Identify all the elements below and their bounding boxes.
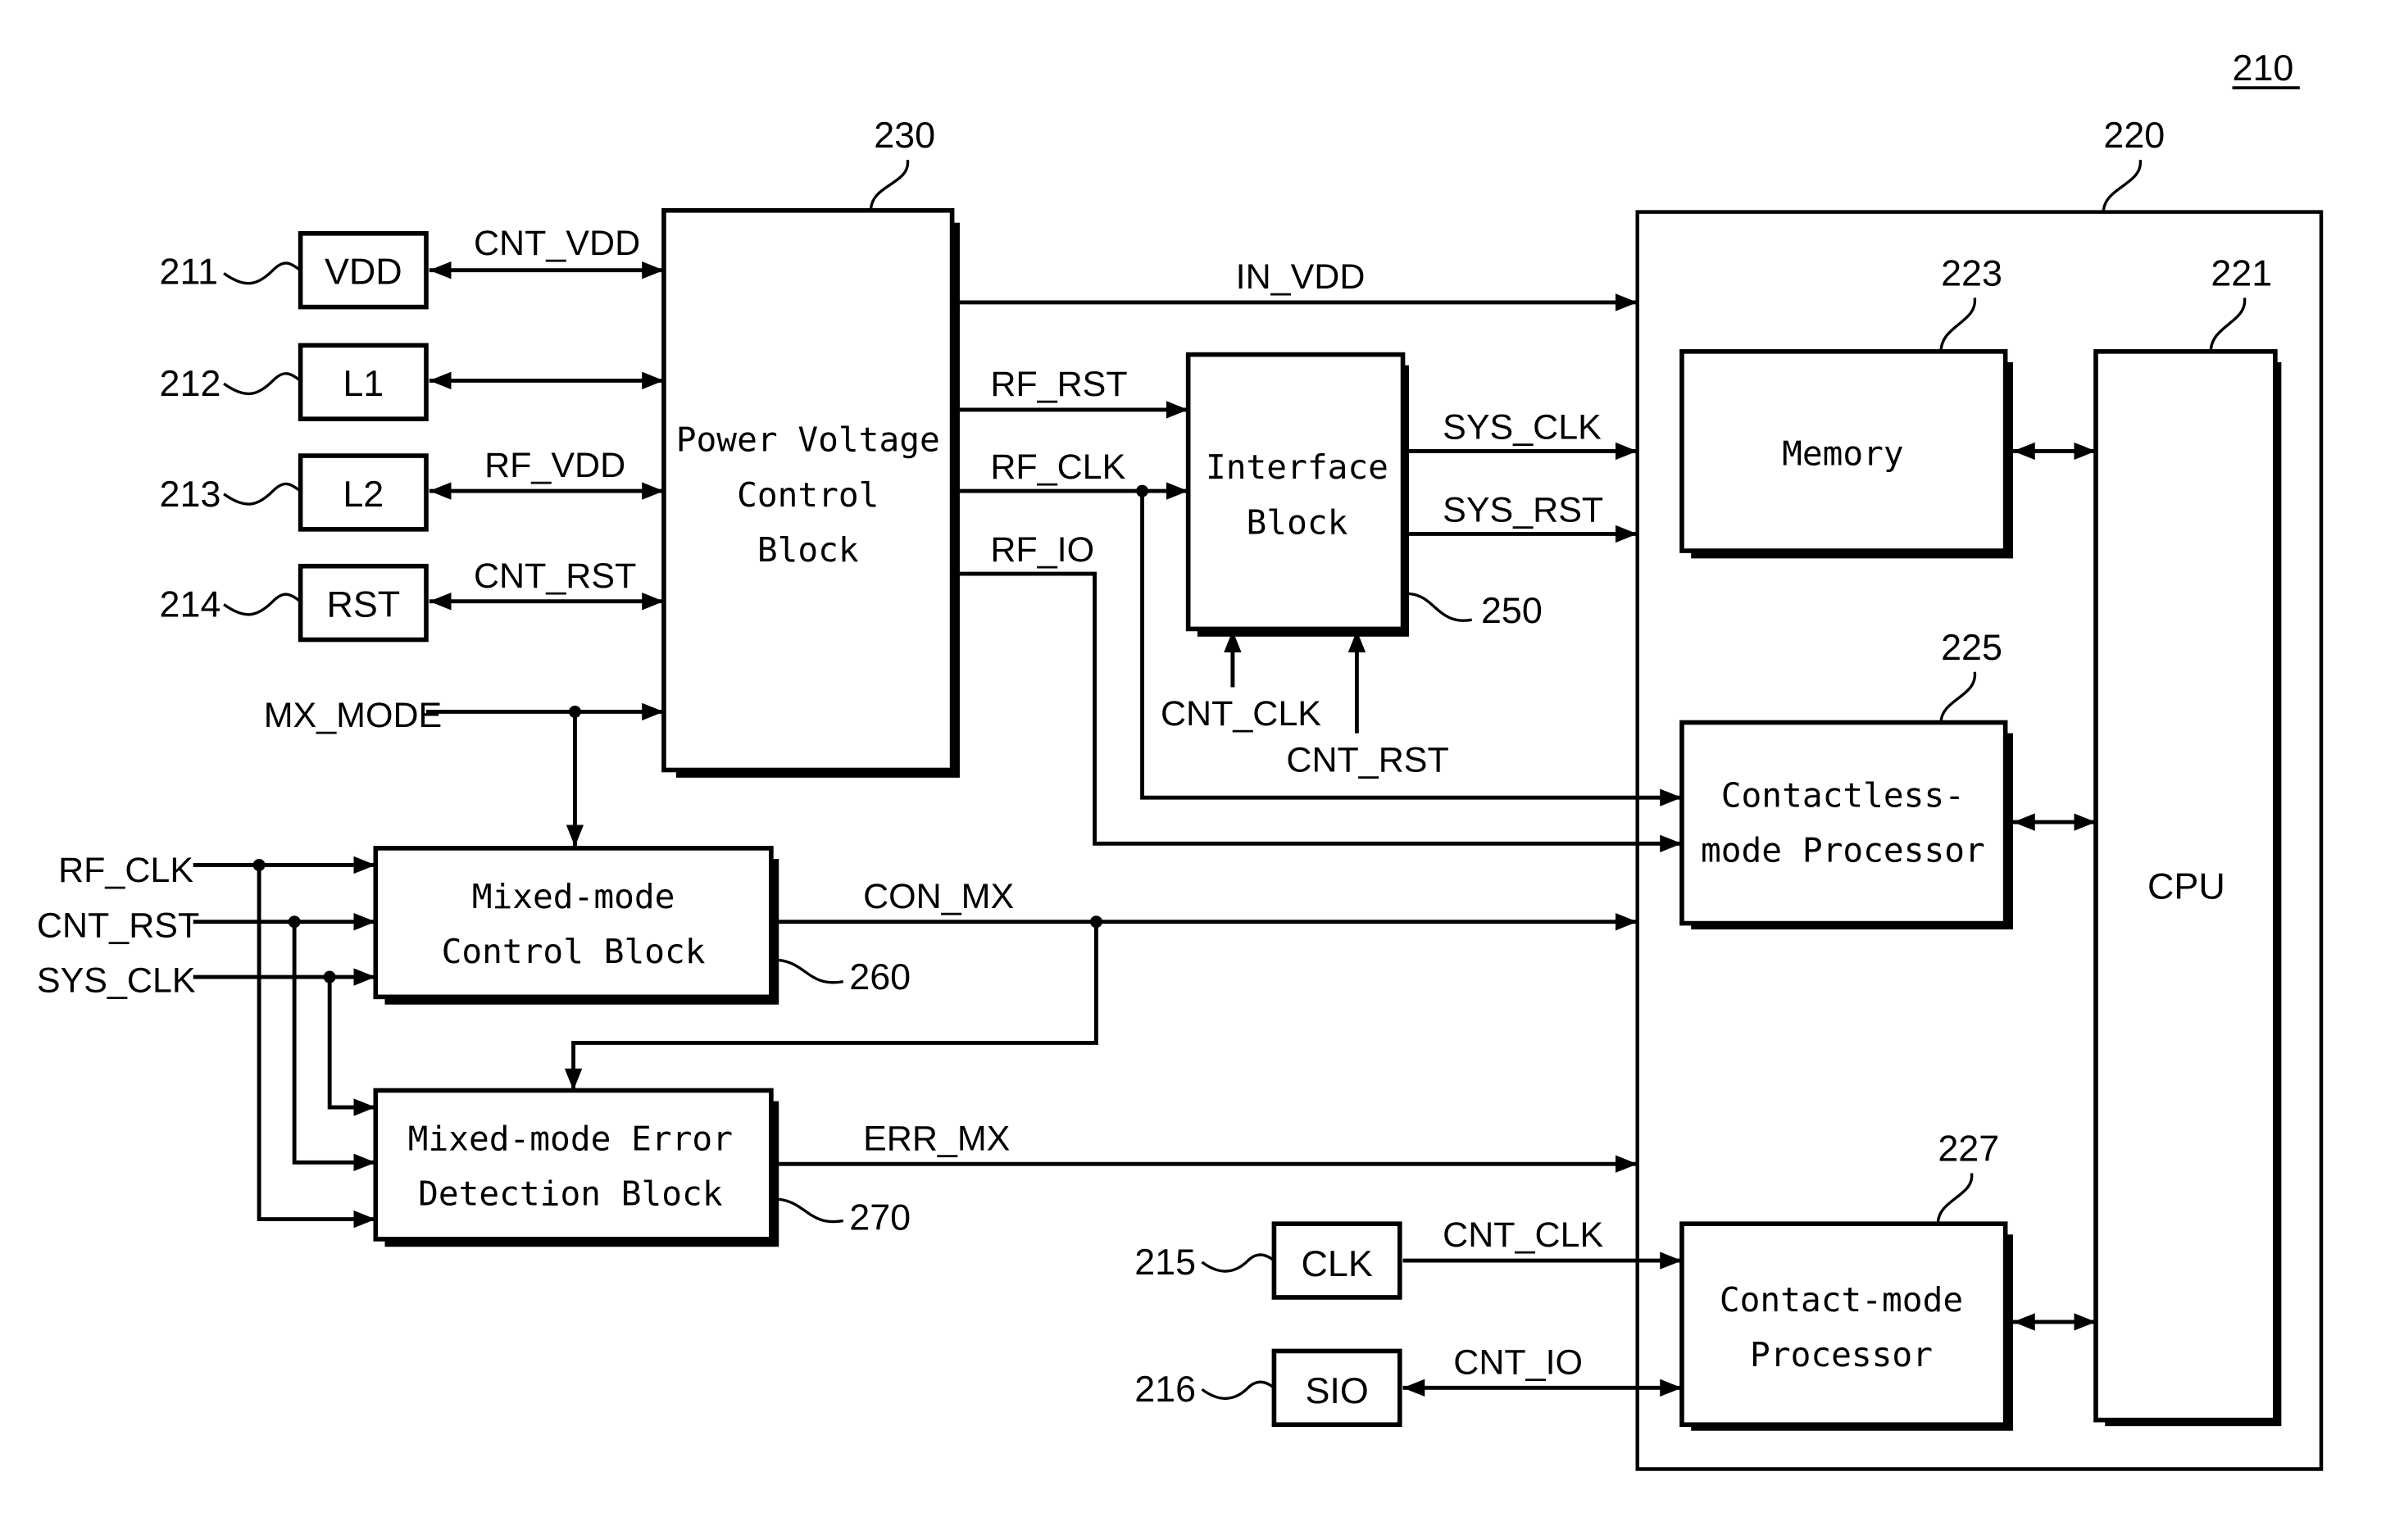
block-label-line: Contact-mode xyxy=(1720,1280,1963,1320)
pad-ref: 213 xyxy=(160,473,221,515)
block-ref-leader xyxy=(1939,671,1976,723)
block-label-line: Mixed-mode xyxy=(472,877,675,916)
block-box xyxy=(373,1088,774,1242)
block-label-line: Contactless- xyxy=(1721,775,1965,815)
pad-leader xyxy=(1201,1380,1275,1400)
pad-label: SIO xyxy=(1305,1370,1368,1411)
contact-mode-processor: Contact-mode Processor 227 xyxy=(1679,1127,2014,1431)
block-label-line: Memory xyxy=(1782,434,1904,473)
block-box xyxy=(1185,352,1406,632)
cpu-block: CPU 221 xyxy=(2093,252,2282,1427)
signal-rf-clk: RF_CLK xyxy=(990,447,1125,487)
signal-rf-vdd: RF_VDD xyxy=(484,446,625,485)
block-ref: 260 xyxy=(849,956,911,997)
block-ref-leader xyxy=(869,159,910,211)
mixed-mode-error-detection-block: Mixed-mode Error Detection Block 270 xyxy=(373,1088,911,1247)
pad-leader xyxy=(223,482,302,506)
block-box xyxy=(1679,720,2008,926)
pad-vdd: 211 VDD xyxy=(160,231,429,310)
memory-block: Memory 223 xyxy=(1679,252,2014,559)
wire-cnt-rst-to-error xyxy=(292,921,376,1172)
pad-label: CLK xyxy=(1301,1242,1372,1284)
block-ref: 223 xyxy=(1941,252,2002,293)
block-label-line: CPU xyxy=(2147,865,2225,907)
pad-label: L2 xyxy=(343,473,384,515)
signal-cnt-clk: CNT_CLK xyxy=(1161,694,1321,734)
block-ref: 221 xyxy=(2211,252,2272,293)
signal-input-rf-clk: RF_CLK xyxy=(58,851,193,890)
block-label-line: Block xyxy=(757,530,859,570)
block-ref-leader xyxy=(779,958,844,984)
signal-cnt-vdd: CNT_VDD xyxy=(474,224,640,263)
block-box xyxy=(373,846,774,1000)
signal-mx-mode: MX_MODE xyxy=(264,696,443,735)
signal-cnt-rst: CNT_RST xyxy=(474,556,636,596)
pad-ref: 216 xyxy=(1134,1368,1196,1410)
signal-sys-rst: SYS_RST xyxy=(1443,490,1603,529)
signal-err-mx: ERR_MX xyxy=(863,1119,1010,1158)
wire-rf-clk-to-error xyxy=(257,865,376,1229)
pad-ref: 212 xyxy=(160,362,221,404)
pad-ref: 215 xyxy=(1134,1241,1196,1283)
signal-cnt-rst-interface: CNT_RST xyxy=(1286,740,1448,779)
signal-cnt-clk-contact: CNT_CLK xyxy=(1443,1215,1603,1255)
block-label-line: Power Voltage xyxy=(676,420,940,459)
signal-rf-rst: RF_RST xyxy=(990,365,1127,404)
contactless-mode-processor: Contactless- mode Processor 225 xyxy=(1679,626,2014,930)
block-label-line: Control Block xyxy=(442,932,706,971)
pad-ref: 214 xyxy=(160,583,221,625)
pad-label: RST xyxy=(326,583,400,625)
pad-label: VDD xyxy=(325,251,402,293)
block-label-line: Mixed-mode Error xyxy=(408,1119,733,1158)
block-ref-leader xyxy=(1936,1173,1974,1224)
pad-leader xyxy=(223,372,302,396)
chip-ref: 220 xyxy=(2103,114,2165,156)
block-ref-leader xyxy=(1939,298,1976,352)
pad-ref: 211 xyxy=(160,251,219,293)
pad-clk: 215 CLK xyxy=(1134,1221,1402,1300)
pad-sio: 216 SIO xyxy=(1134,1348,1402,1428)
block-ref: 270 xyxy=(849,1197,911,1238)
block-ref: 227 xyxy=(1938,1127,1999,1169)
block-box xyxy=(1679,1221,2008,1428)
block-ref: 250 xyxy=(1481,589,1543,631)
signal-input-sys-clk: SYS_CLK xyxy=(37,961,196,1001)
signal-input-cnt-rst: CNT_RST xyxy=(37,906,199,945)
pad-rst: 214 RST xyxy=(160,563,429,643)
signal-cnt-io: CNT_IO xyxy=(1453,1342,1583,1382)
pad-label: L1 xyxy=(343,362,384,404)
signal-sys-clk: SYS_CLK xyxy=(1443,407,1602,447)
pad-leader xyxy=(223,261,302,285)
power-voltage-control-block: Power Voltage Control Block 230 xyxy=(661,114,960,778)
pad-l1: 212 L1 xyxy=(160,343,429,421)
block-diagram: 210 220 211 VDD CNT_VDD 212 L1 213 L2 RF… xyxy=(37,47,2324,1471)
pad-leader xyxy=(223,593,302,616)
block-label-line: Detection Block xyxy=(418,1174,723,1214)
chip-ref-leader xyxy=(2102,159,2142,212)
pad-l2: 213 L2 xyxy=(160,453,429,532)
block-ref: 225 xyxy=(1941,626,2002,668)
signal-con-mx: CON_MX xyxy=(863,877,1014,916)
figure-ref: 210 xyxy=(2233,47,2294,89)
block-ref: 230 xyxy=(874,114,935,156)
wire-sys-clk-to-error xyxy=(327,977,376,1116)
pad-leader xyxy=(1201,1253,1275,1273)
block-ref-leader xyxy=(779,1197,844,1224)
block-ref-leader xyxy=(2209,298,2247,352)
mixed-mode-control-block: Mixed-mode Control Block 260 xyxy=(373,846,911,1005)
block-label-line: Interface xyxy=(1206,447,1388,487)
block-label-line: Block xyxy=(1247,502,1348,542)
block-label-line: Processor xyxy=(1750,1335,1933,1374)
block-ref-leader xyxy=(1408,592,1473,622)
block-label-line: mode Processor xyxy=(1701,831,1985,870)
signal-in-vdd: IN_VDD xyxy=(1236,257,1366,297)
signal-rf-io: RF_IO xyxy=(990,530,1094,570)
block-label-line: Control xyxy=(737,475,879,515)
